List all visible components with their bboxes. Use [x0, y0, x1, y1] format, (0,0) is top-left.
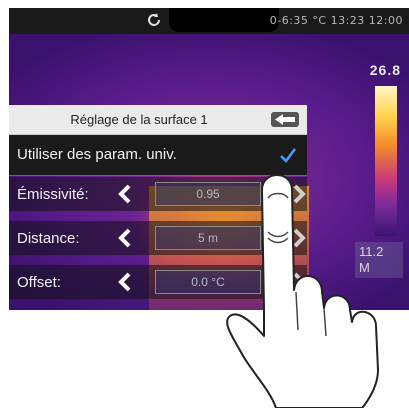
panel-title: Réglage de la surface 1	[70, 112, 208, 127]
status-bar-notch	[169, 8, 279, 32]
param-label: Offset:	[17, 274, 61, 291]
scale-max-label: 26.8	[369, 62, 401, 78]
chevron-left-icon[interactable]	[117, 228, 131, 248]
status-bar: 0-6:35 °C 13:23 12:00	[9, 8, 409, 34]
back-button[interactable]	[271, 112, 299, 127]
pointing-hand-icon	[226, 174, 379, 408]
chevron-left-icon[interactable]	[117, 272, 131, 292]
universal-params-label: Utiliser des param. univ.	[17, 146, 177, 163]
back-arrow-icon	[275, 114, 295, 125]
sync-icon	[148, 13, 160, 26]
panel-header: Réglage de la surface 1	[9, 105, 307, 135]
param-label: Distance:	[17, 230, 80, 247]
chevron-left-icon[interactable]	[117, 184, 131, 204]
param-label: Émissivité:	[17, 186, 89, 203]
status-text: 0-6:35 °C 13:23 12:00	[269, 14, 403, 27]
